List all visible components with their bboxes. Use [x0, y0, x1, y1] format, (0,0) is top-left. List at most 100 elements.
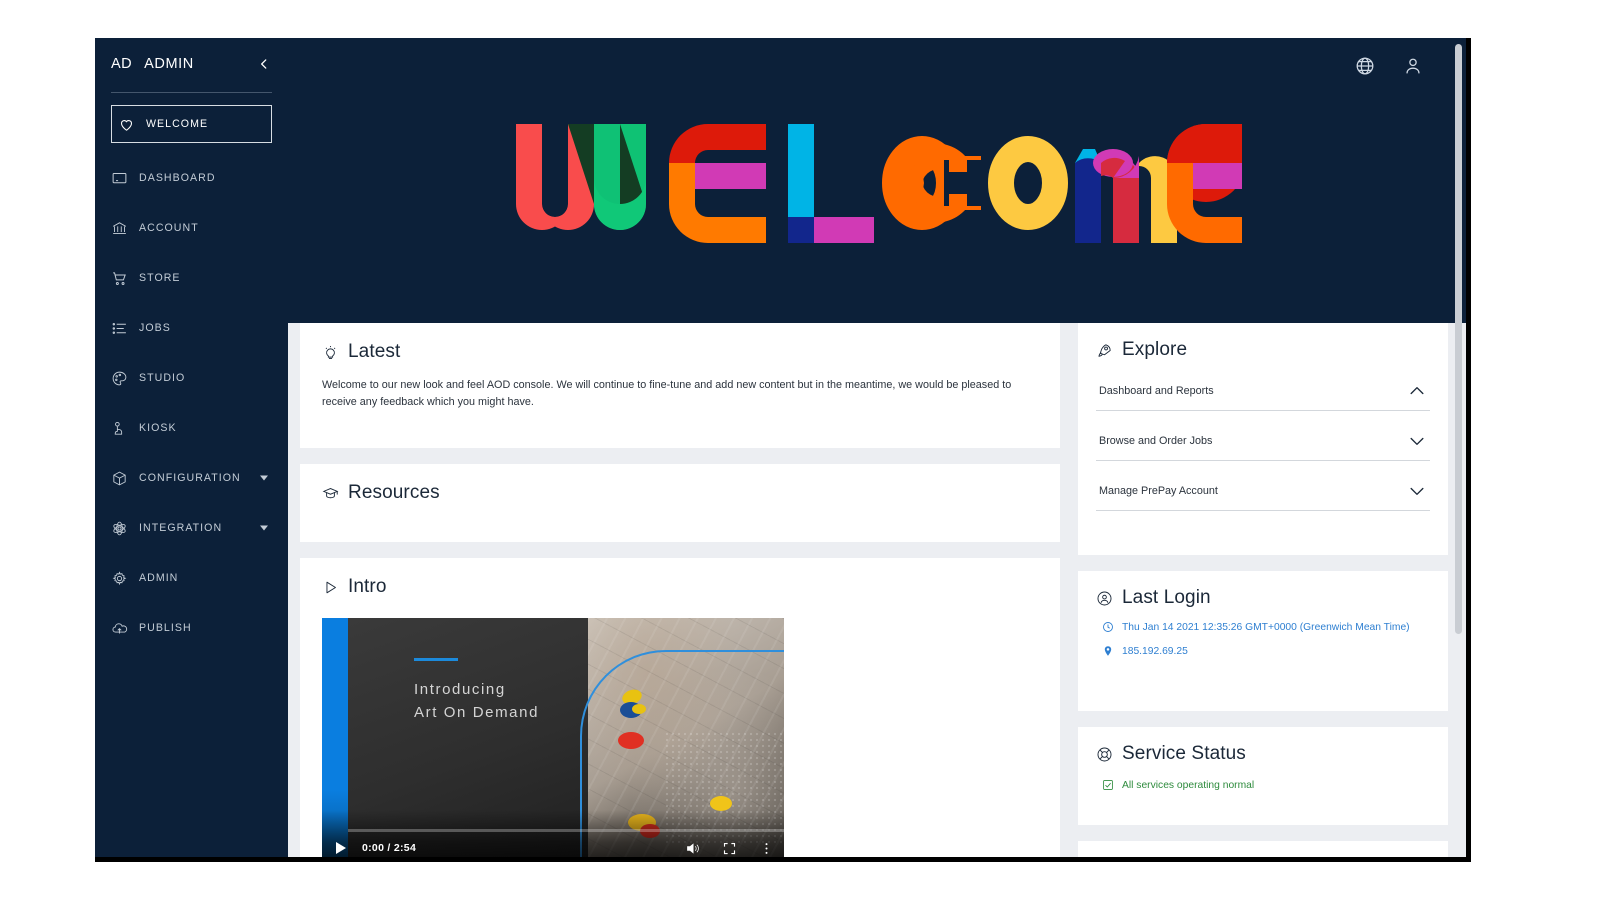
sidebar-item-admin[interactable]: ADMIN [111, 563, 272, 593]
service-status-text: All services operating normal [1122, 779, 1255, 791]
sidebar-item-configuration[interactable]: CONFIGURATION [111, 463, 272, 493]
sidebar-item-label: PUBLISH [139, 622, 192, 634]
explore-item-manage-prepay-account[interactable]: Manage PrePay Account [1096, 477, 1430, 511]
intro-title-text: Intro [348, 576, 387, 597]
video-controls-right [685, 841, 774, 856]
location-pin-icon [1102, 645, 1114, 657]
sidebar-title: ADMIN [144, 56, 194, 72]
video-slide-rule [414, 658, 458, 661]
heart-icon [118, 113, 146, 135]
user-icon[interactable] [1402, 55, 1424, 77]
play-icon[interactable] [336, 842, 346, 854]
latest-title-text: Latest [348, 341, 401, 362]
checkbox-check-icon [1102, 779, 1114, 791]
intro-video-player[interactable]: Introducing Art On Demand 0:00 / 2:54 [322, 618, 784, 857]
video-photo-detail [618, 732, 644, 749]
sidebar-item-publish[interactable]: PUBLISH [111, 613, 272, 643]
monitor-icon [111, 167, 139, 189]
palette-icon [111, 367, 139, 389]
sidebar-item-label: STORE [139, 272, 181, 284]
topbar [1354, 38, 1466, 93]
lightbulb-icon [322, 344, 339, 361]
chevron-left-icon[interactable] [254, 54, 274, 74]
video-time-display: 0:00 / 2:54 [362, 842, 417, 854]
content-area: Latest Welcome to our new look and feel … [288, 323, 1466, 857]
latest-card: Latest Welcome to our new look and feel … [300, 323, 1060, 448]
sidebar-item-jobs[interactable]: JOBS [111, 313, 272, 343]
explore-accordion: Dashboard and Reports Browse and Order J… [1096, 377, 1430, 511]
rocket-icon [1096, 342, 1113, 359]
page-scrollbar[interactable] [1455, 44, 1462, 851]
kebab-menu-icon[interactable] [759, 841, 774, 856]
sidebar-item-dashboard[interactable]: DASHBOARD [111, 163, 272, 193]
gear-icon [111, 567, 139, 589]
sidebar-item-label: ACCOUNT [139, 222, 199, 234]
clock-icon [1102, 621, 1114, 633]
sidebar-nav: WELCOME DASHBOARD ACCOUNT STORE JOBS STU… [95, 105, 288, 643]
sidebar-item-label: WELCOME [146, 118, 209, 130]
app-window: AD ADMIN WELCOME DASHBOARD ACCOUNT STORE… [95, 38, 1471, 862]
last-login-timestamp-row[interactable]: Thu Jan 14 2021 12:35:26 GMT+0000 (Green… [1096, 621, 1430, 633]
sidebar-item-integration[interactable]: INTEGRATION [111, 513, 272, 543]
molecule-icon [111, 517, 139, 539]
explore-item-label: Manage PrePay Account [1099, 485, 1218, 497]
chevron-up-icon[interactable] [1407, 381, 1427, 401]
bank-icon [111, 217, 139, 239]
last-login-timestamp-text: Thu Jan 14 2021 12:35:26 GMT+0000 (Green… [1122, 621, 1410, 633]
sidebar-item-studio[interactable]: STUDIO [111, 363, 272, 393]
sidebar-initials: AD [111, 56, 133, 72]
sidebar-item-label: ADMIN [139, 572, 179, 584]
user-circle-icon [1096, 590, 1113, 607]
chevron-down-icon[interactable] [260, 475, 268, 481]
last-login-ip-text: 185.192.69.25 [1122, 645, 1188, 657]
chevron-down-icon[interactable] [1407, 431, 1427, 451]
play-triangle-icon [322, 579, 339, 596]
sidebar-item-kiosk[interactable]: KIOSK [111, 413, 272, 443]
sidebar-item-account[interactable]: ACCOUNT [111, 213, 272, 243]
explore-item-label: Browse and Order Jobs [1099, 435, 1213, 447]
volume-icon[interactable] [685, 841, 700, 856]
sidebar-item-label: JOBS [139, 322, 171, 334]
video-photo-detail [632, 704, 646, 714]
intro-card-title: Intro [322, 576, 1038, 598]
scrollbar-thumb[interactable] [1455, 44, 1462, 634]
sidebar-item-label: CONFIGURATION [139, 472, 241, 484]
video-slide-title: Introducing Art On Demand [414, 678, 539, 725]
left-column: Latest Welcome to our new look and feel … [300, 323, 1060, 857]
sidebar-item-label: STUDIO [139, 372, 186, 384]
resources-title-text: Resources [348, 482, 440, 503]
latest-body-text: Welcome to our new look and feel AOD con… [322, 379, 1012, 408]
sidebar-item-welcome[interactable]: WELCOME [111, 105, 272, 143]
video-controls: 0:00 / 2:54 [322, 832, 784, 857]
chevron-down-icon[interactable] [1407, 481, 1427, 501]
last-login-title-text: Last Login [1122, 587, 1211, 608]
fullscreen-icon[interactable] [722, 841, 737, 856]
sidebar: AD ADMIN WELCOME DASHBOARD ACCOUNT STORE… [95, 38, 288, 857]
last-login-ip-row[interactable]: 185.192.69.25 [1096, 645, 1430, 657]
sidebar-item-store[interactable]: STORE [111, 263, 272, 293]
chevron-down-icon[interactable] [260, 525, 268, 531]
sidebar-item-label: KIOSK [139, 422, 177, 434]
welcome-wordmark [516, 124, 1242, 243]
right-column: Explore Dashboard and Reports Browse and… [1078, 323, 1448, 857]
last-login-card-title: Last Login [1096, 587, 1430, 609]
sidebar-item-label: DASHBOARD [139, 172, 216, 184]
explore-card-title: Explore [1096, 339, 1430, 361]
intro-card: Intro Introducing Art On Demand 0:00 / 2… [300, 558, 1060, 857]
lifebuoy-icon [1096, 746, 1113, 763]
service-status-title-text: Service Status [1122, 743, 1246, 764]
explore-item-dashboard-and-reports[interactable]: Dashboard and Reports [1096, 377, 1430, 411]
sidebar-divider [111, 92, 272, 93]
cube-icon [111, 467, 139, 489]
touch-hand-icon [111, 417, 139, 439]
video-photo-detail [710, 796, 732, 811]
service-status-row: All services operating normal [1096, 779, 1430, 791]
explore-item-browse-and-order-jobs[interactable]: Browse and Order Jobs [1096, 427, 1430, 461]
sidebar-item-label: INTEGRATION [139, 522, 223, 534]
explore-item-label: Dashboard and Reports [1099, 385, 1214, 397]
resources-card: Resources [300, 464, 1060, 542]
last-login-card: Last Login Thu Jan 14 2021 12:35:26 GMT+… [1078, 571, 1448, 711]
service-status-card: Service Status All services operating no… [1078, 727, 1448, 825]
globe-icon[interactable] [1354, 55, 1376, 77]
service-status-card-title: Service Status [1096, 743, 1430, 765]
